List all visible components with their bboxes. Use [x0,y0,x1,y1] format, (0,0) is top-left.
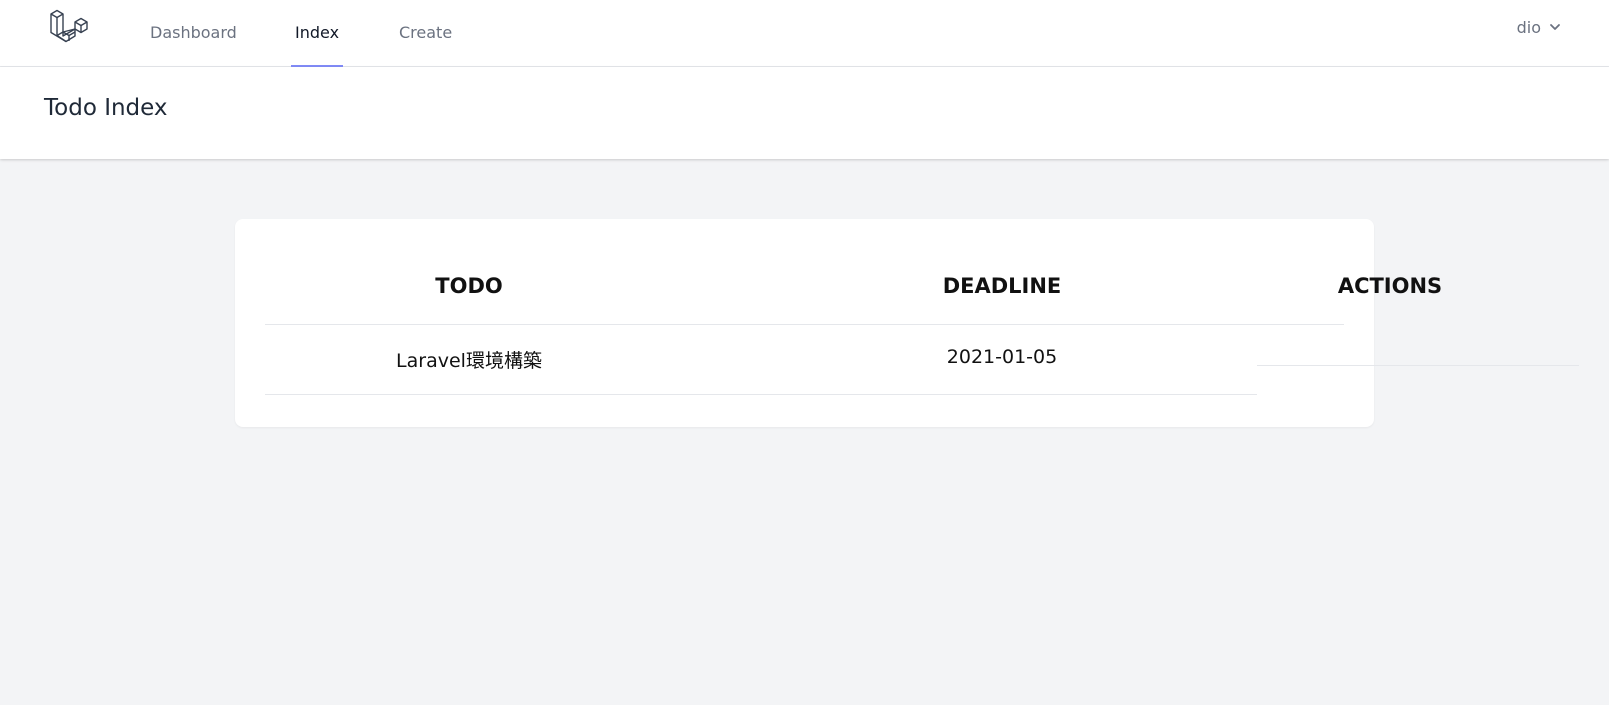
top-navigation: Dashboard Index Create dio [0,0,1609,67]
page-title: Todo Index [44,95,168,121]
deadline-cell: 2021-01-05 [946,346,1058,368]
laravel-logo-icon[interactable] [49,5,95,49]
column-header-deadline: DEADLINE [942,274,1062,298]
actions-cell-divider [1257,365,1579,366]
todo-table-card: TODO DEADLINE ACTIONS Laravel環境構築 2021-0… [235,219,1579,427]
user-menu-dropdown[interactable]: dio [1517,16,1561,38]
nav-link-index[interactable]: Index [291,0,344,67]
column-header-todo: TODO [435,274,503,298]
column-header-actions: ACTIONS [1337,274,1443,298]
row-divider [265,394,1257,395]
header-divider [265,324,1344,325]
nav-link-create[interactable]: Create [399,0,452,67]
page-header: Todo Index [0,67,1609,159]
chevron-down-icon [1549,18,1561,37]
user-name: dio [1516,17,1541,37]
todo-title-cell: Laravel環境構築 [396,350,542,372]
nav-link-dashboard[interactable]: Dashboard [150,0,237,67]
